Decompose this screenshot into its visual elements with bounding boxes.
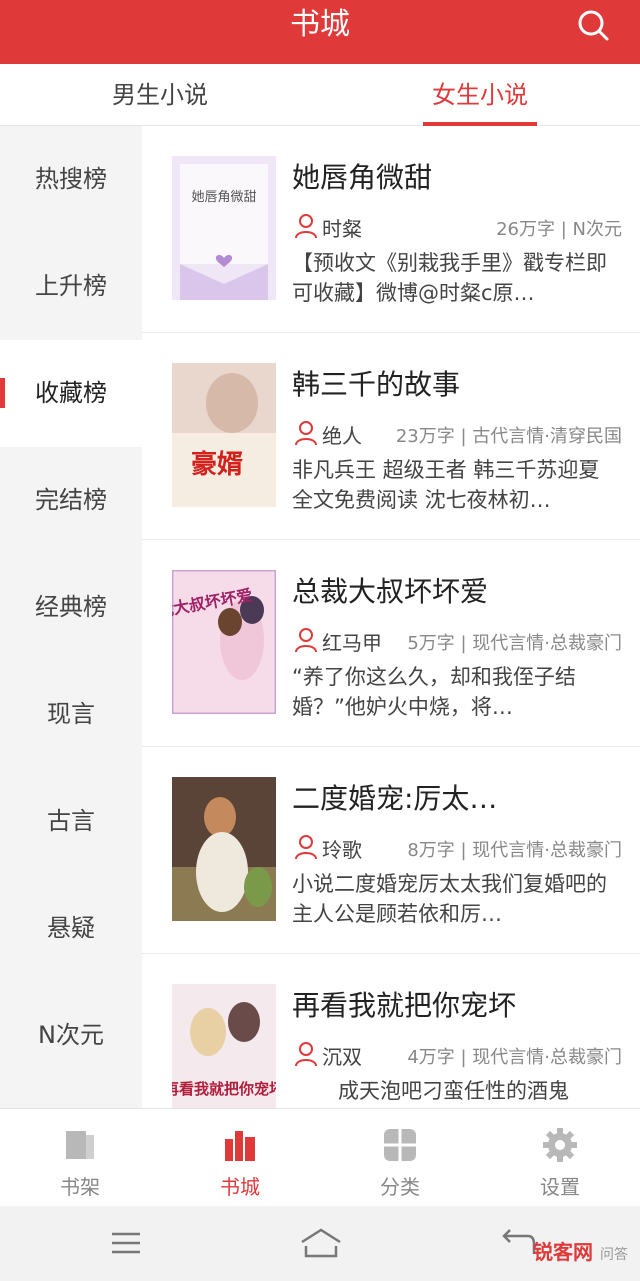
book-title[interactable]: 二度婚宠:厉太… [292, 777, 497, 817]
menu-icon[interactable] [106, 1226, 146, 1260]
book-meta: 玲歌 8万字 | 现代言情·总裁豪门 [292, 832, 622, 862]
sidebar-item-n-dimension[interactable]: N次元 [0, 982, 142, 1089]
watermark-logo: 锐客网 问答 [533, 1236, 628, 1265]
book-item[interactable]: 总裁大叔坏坏爱 总裁大叔坏坏爱 红马甲 5万字 | 现代言情·总裁豪门 “养了你… [142, 540, 640, 747]
cover-title-art: 豪婿 [191, 449, 243, 480]
book-meta: 时粲 26万字 | N次元 [292, 211, 622, 241]
bottom-nav: 书架 书城 分类 设置 [0, 1108, 640, 1206]
system-nav-bar: 锐客网 问答 [0, 1206, 640, 1281]
nav-label: 分类 [380, 1175, 420, 1199]
bookstore-icon [225, 1131, 255, 1161]
nav-label: 设置 [540, 1175, 580, 1199]
author-icon [295, 214, 317, 239]
sidebar-item-rising[interactable]: 上升榜 [0, 233, 142, 340]
sidebar-item-favorites[interactable]: 收藏榜 [0, 340, 142, 447]
book-author: 玲歌 [322, 838, 362, 862]
book-description: 【预收文《别栽我手里》戳专栏即可收藏】微博@时粲c原… [292, 251, 607, 305]
back-icon[interactable] [498, 1226, 538, 1260]
book-meta: 沉双 4万字 | 现代言情·总裁豪门 [292, 1039, 622, 1069]
book-cover[interactable]: 再看我就把你宠坏 [172, 984, 276, 1108]
sidebar-item-mystery[interactable]: 悬疑 [0, 875, 142, 982]
book-cover[interactable]: 她唇角微甜 [172, 156, 276, 300]
book-info: 5万字 | 现代言情·总裁豪门 [407, 633, 622, 654]
sidebar-item-hot-search[interactable]: 热搜榜 [0, 126, 142, 233]
book-title[interactable]: 韩三千的故事 [292, 363, 460, 403]
bookshelf-icon [66, 1131, 94, 1159]
book-cover[interactable] [172, 777, 276, 921]
nav-label: 书架 [60, 1175, 100, 1199]
nav-bookshelf[interactable]: 书架 [0, 1109, 160, 1207]
book-cover[interactable]: 总裁大叔坏坏爱 [172, 570, 276, 714]
watermark-brand: 锐客网 [533, 1240, 594, 1264]
book-description: “养了你这么久，却和我侄子结婚？”他妒火中烧，将… [292, 665, 576, 719]
nav-settings[interactable]: 设置 [480, 1109, 640, 1207]
category-icon [384, 1129, 416, 1161]
sidebar-item-classic[interactable]: 经典榜 [0, 554, 142, 661]
cover-title-art: 再看我就把你宠坏 [172, 1080, 276, 1098]
book-info: 26万字 | N次元 [496, 219, 622, 240]
cover-title-art: 她唇角微甜 [191, 189, 256, 205]
nav-label: 书城 [220, 1175, 260, 1199]
tab-female-novels[interactable]: 女生小说 [380, 64, 580, 126]
book-meta: 红马甲 5万字 | 现代言情·总裁豪门 [292, 625, 622, 655]
author-icon [295, 421, 317, 446]
nav-category[interactable]: 分类 [320, 1109, 480, 1207]
book-title[interactable]: 再看我就把你宠坏 [292, 984, 516, 1024]
book-author: 沉双 [322, 1045, 362, 1069]
sidebar-item-completed[interactable]: 完结榜 [0, 447, 142, 554]
author-icon [295, 1042, 317, 1067]
book-title[interactable]: 总裁大叔坏坏爱 [292, 570, 488, 610]
sidebar-item-modern-romance[interactable]: 现言 [0, 661, 142, 768]
author-icon [295, 835, 317, 860]
gender-tabs: 男生小说 女生小说 [0, 64, 640, 126]
book-item[interactable]: 豪婿 韩三千的故事 绝人 23万字 | 古代言情·清穿民国 非凡兵王 超级王者 … [142, 333, 640, 540]
book-item[interactable]: 她唇角微甜 她唇角微甜 时粲 26万字 | N次元 【预收文《别栽我手里》戳专栏… [142, 126, 640, 333]
book-author: 时粲 [322, 217, 362, 241]
search-icon[interactable] [576, 8, 610, 42]
watermark-sub: 问答 [600, 1247, 628, 1263]
book-cover[interactable]: 豪婿 [172, 363, 276, 507]
home-icon[interactable] [298, 1226, 344, 1260]
book-title[interactable]: 她唇角微甜 [292, 156, 432, 196]
book-description: 小说二度婚宠厉太太我们复婚吧的主人公是顾若依和厉… [292, 872, 607, 926]
sidebar-item-ancient-romance[interactable]: 古言 [0, 768, 142, 875]
nav-bookstore[interactable]: 书城 [160, 1109, 320, 1207]
book-item[interactable]: 再看我就把你宠坏 再看我就把你宠坏 沉双 4万字 | 现代言情·总裁豪门 成天泡… [142, 954, 640, 1108]
book-meta: 绝人 23万字 | 古代言情·清穿民国 [292, 418, 622, 448]
page-title: 书城 [290, 7, 350, 42]
book-description: 成天泡吧刁蛮任性的酒鬼 [338, 1079, 569, 1103]
settings-gear-icon [543, 1128, 577, 1162]
book-info: 23万字 | 古代言情·清穿民国 [395, 426, 622, 447]
tab-male-novels[interactable]: 男生小说 [60, 64, 260, 126]
app-header: 书城 [0, 0, 640, 64]
book-info: 8万字 | 现代言情·总裁豪门 [407, 840, 622, 861]
book-item[interactable]: 二度婚宠:厉太… 玲歌 8万字 | 现代言情·总裁豪门 小说二度婚宠厉太太我们复… [142, 747, 640, 954]
book-author: 绝人 [322, 424, 362, 448]
book-description: 非凡兵王 超级王者 韩三千苏迎夏全文免费阅读 沈七夜林初… [292, 458, 600, 512]
book-info: 4万字 | 现代言情·总裁豪门 [407, 1047, 622, 1068]
ranking-sidebar: 热搜榜 上升榜 收藏榜 完结榜 经典榜 现言 古言 悬疑 N次元 [0, 126, 142, 1108]
book-list: 她唇角微甜 她唇角微甜 时粲 26万字 | N次元 【预收文《别栽我手里》戳专栏… [142, 126, 640, 1108]
author-icon [295, 628, 317, 653]
book-author: 红马甲 [322, 631, 382, 655]
